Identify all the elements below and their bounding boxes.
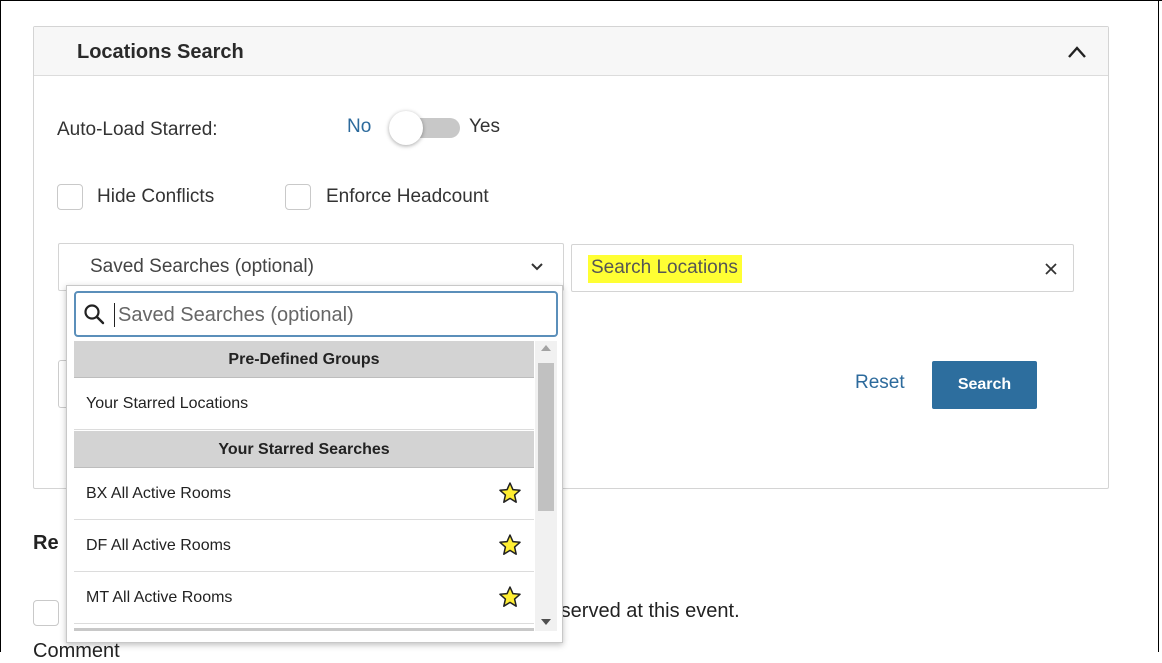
scroll-up-icon[interactable] — [541, 345, 551, 351]
search-locations-input[interactable]: Search Locations — [571, 244, 1074, 292]
saved-searches-select[interactable]: Saved Searches (optional) — [58, 243, 564, 291]
window-border-left — [0, 0, 1, 652]
search-locations-text[interactable]: Search Locations — [588, 255, 742, 283]
event-checkbox-label: e served at this event. — [544, 600, 740, 622]
list-item-label: BX All Active Rooms — [86, 485, 231, 502]
saved-searches-selected: Saved Searches (optional) — [90, 256, 314, 277]
toggle-knob[interactable] — [389, 111, 423, 145]
hide-conflicts-checkbox[interactable] — [57, 184, 83, 210]
group-header-predefined: Pre-Defined Groups — [74, 341, 534, 378]
auto-load-label: Auto-Load Starred: — [57, 119, 218, 140]
list-item[interactable]: Your Starred Locations — [74, 379, 534, 430]
dropdown-list: Pre-Defined Groups Your Starred Location… — [74, 341, 534, 631]
reset-link[interactable]: Reset — [855, 372, 905, 394]
list-item-label: DF All Active Rooms — [86, 537, 231, 554]
list-item-label: MT All Active Rooms — [86, 589, 233, 606]
enforce-headcount-checkbox[interactable] — [285, 184, 311, 210]
list-item[interactable]: MT All Active Rooms — [74, 573, 534, 624]
star-icon[interactable] — [498, 585, 522, 609]
dropdown-filter-box[interactable] — [74, 291, 558, 337]
list-item[interactable]: DF All Active Rooms — [74, 521, 534, 572]
list-divider — [74, 628, 534, 631]
scrollbar-thumb[interactable] — [538, 363, 554, 511]
dropdown-filter-input[interactable] — [116, 297, 546, 333]
enforce-headcount-label: Enforce Headcount — [326, 186, 489, 207]
text-caret — [114, 303, 115, 327]
hide-conflicts-label: Hide Conflicts — [97, 186, 215, 207]
search-button[interactable]: Search — [932, 361, 1037, 409]
toggle-no-label: No — [347, 116, 372, 137]
section-heading: Re — [33, 532, 59, 554]
star-icon[interactable] — [498, 533, 522, 557]
chevron-down-icon[interactable] — [529, 261, 545, 273]
event-checkbox[interactable] — [33, 600, 59, 626]
star-icon[interactable] — [498, 481, 522, 505]
scroll-down-icon[interactable] — [541, 619, 551, 625]
panel-header[interactable]: Locations Search — [34, 27, 1108, 76]
window-border-top — [0, 0, 1162, 1]
close-icon[interactable] — [1043, 261, 1059, 277]
list-item[interactable]: BX All Active Rooms — [74, 469, 534, 520]
search-icon — [84, 304, 105, 325]
toggle-yes-label: Yes — [469, 116, 500, 137]
saved-searches-dropdown: Pre-Defined Groups Your Starred Location… — [66, 285, 563, 643]
window-border-right — [1158, 0, 1159, 652]
panel-title: Locations Search — [77, 41, 244, 63]
list-item-label: Your Starred Locations — [86, 395, 249, 412]
chevron-up-icon[interactable] — [1066, 43, 1088, 61]
group-header-starred: Your Starred Searches — [74, 431, 534, 468]
dropdown-scrollbar[interactable] — [535, 341, 557, 631]
